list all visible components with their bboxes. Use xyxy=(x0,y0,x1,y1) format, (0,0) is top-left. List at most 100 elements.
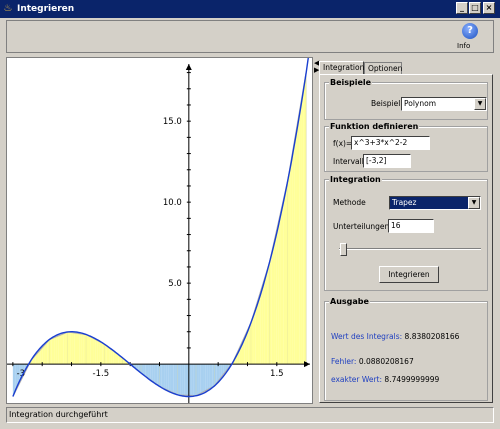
trapezoid-fill xyxy=(276,221,279,365)
chevron-down-icon[interactable]: ▼ xyxy=(468,197,480,209)
info-button[interactable]: ? Info xyxy=(457,23,483,51)
info-button-label: Info xyxy=(457,42,471,50)
chevron-down-icon[interactable]: ▼ xyxy=(474,98,486,110)
trapezoid-fill xyxy=(198,364,201,395)
trapezoid-fill xyxy=(260,284,263,365)
x-tick-label: 1.5 xyxy=(270,369,284,379)
beispiele-group: Beispiele Beispiel Polynom ▼ xyxy=(324,78,488,120)
trapezoid-fill xyxy=(267,262,270,365)
trapezoid-fill xyxy=(164,364,167,390)
integral-value: 8.8380208166 xyxy=(404,332,460,341)
trapezoid-fill xyxy=(104,344,107,365)
integrieren-button[interactable]: Integrieren xyxy=(379,266,439,283)
integration-group: Integration Methode Trapez ▼ Unterteilun… xyxy=(324,175,488,291)
ausgabe-group: Ausgabe Wert des Integrals: 8.8380208166… xyxy=(324,297,488,401)
trapezoid-fill xyxy=(97,340,100,365)
trapezoid-fill xyxy=(175,364,178,395)
trapezoid-fill xyxy=(287,166,291,365)
close-button[interactable]: × xyxy=(483,2,495,14)
error-label: Fehler: xyxy=(331,357,357,366)
trapezoid-fill xyxy=(154,364,158,385)
trapezoid-fill xyxy=(262,277,265,365)
funktion-group: Funktion definieren f(x)= x^3+3*x^2-2 In… xyxy=(324,122,488,172)
trapezoid-fill xyxy=(102,343,105,365)
trapezoid-fill xyxy=(207,364,210,390)
unterteilungen-label: Unterteilungen xyxy=(333,222,390,231)
trapezoid-fill xyxy=(93,338,96,365)
trapezoid-fill xyxy=(269,252,272,365)
trapezoid-fill xyxy=(88,335,91,365)
trapezoid-fill xyxy=(81,333,84,365)
unterteilungen-input[interactable]: 16 xyxy=(388,219,434,233)
fx-label: f(x)= xyxy=(333,139,353,148)
ausgabe-legend: Ausgabe xyxy=(329,297,370,306)
y-tick-label: 5.0 xyxy=(168,279,182,289)
exact-value-label: exakter Wert: xyxy=(331,375,383,384)
trapezoid-fill xyxy=(148,364,151,380)
trapezoid-fill xyxy=(301,86,304,365)
control-panel: Integration Optionen Beispiele Beispiel … xyxy=(319,61,493,403)
trapezoid-fill xyxy=(49,338,52,365)
trapezoid-fill xyxy=(72,332,75,365)
exact-value-row: exakter Wert: 8.7499999999 xyxy=(331,375,439,385)
unterteilungen-slider-track[interactable] xyxy=(339,248,481,250)
trapezoid-fill xyxy=(180,364,183,396)
intervall-label: Intervall xyxy=(333,157,364,166)
trapezoid-fill xyxy=(168,364,171,392)
trapezoid-fill xyxy=(51,337,55,365)
trapezoid-fill xyxy=(193,364,197,396)
interval-input[interactable]: [-3,2] xyxy=(363,154,411,168)
trapezoid-fill xyxy=(79,333,82,365)
trapezoid-fill xyxy=(303,72,307,365)
title-bar: ♨ Integrieren _ □ × xyxy=(0,0,500,18)
trapezoid-fill xyxy=(60,333,64,365)
x-tick-label: -1.5 xyxy=(93,369,110,379)
methode-select[interactable]: Trapez ▼ xyxy=(389,196,481,210)
funktion-legend: Funktion definieren xyxy=(329,122,420,131)
tab-bar: Integration Optionen xyxy=(319,61,493,74)
maximize-button[interactable]: □ xyxy=(469,2,481,14)
trapezoid-fill xyxy=(86,334,89,365)
trapezoid-fill xyxy=(200,364,204,394)
y-tick-label: 10.0 xyxy=(163,198,182,208)
trapezoid-fill xyxy=(159,364,162,388)
beispiele-legend: Beispiele xyxy=(329,78,373,87)
trapezoid-fill xyxy=(170,364,174,393)
plot-panel[interactable]: -3 -1.5 1.5 5.0 10.0 15.0 xyxy=(6,57,313,404)
trapezoid-fill xyxy=(177,364,181,396)
beispiel-label: Beispiel xyxy=(371,99,401,108)
window-title: Integrieren xyxy=(17,4,75,14)
trapezoid-fill xyxy=(99,341,103,365)
tab-integration[interactable]: Integration xyxy=(319,61,364,74)
unterteilungen-slider-thumb[interactable] xyxy=(340,243,347,256)
trapezoid-fill xyxy=(47,339,50,365)
methode-label: Methode xyxy=(333,198,366,207)
minimize-button[interactable]: _ xyxy=(456,2,468,14)
trapezoid-fill xyxy=(203,364,206,393)
trapezoid-fill xyxy=(271,241,275,365)
trapezoid-fill xyxy=(152,364,155,384)
trapezoid-fill xyxy=(209,364,213,389)
trapezoid-fill xyxy=(280,200,284,365)
trapezoid-fill xyxy=(90,336,94,365)
trapezoid-fill xyxy=(264,270,268,365)
beispiel-select[interactable]: Polynom ▼ xyxy=(401,97,487,111)
toolbar: ? Info xyxy=(6,20,494,53)
trapezoid-fill xyxy=(65,331,68,365)
integration-legend: Integration xyxy=(329,175,382,184)
error-value: 0.0880208167 xyxy=(358,357,414,366)
integral-value-row: Wert des Integrals: 8.8380208166 xyxy=(331,332,459,342)
trapezoid-fill xyxy=(74,332,78,365)
y-tick-label: 15.0 xyxy=(163,117,182,127)
trapezoid-fill xyxy=(290,153,293,365)
trapezoid-fill xyxy=(189,364,192,396)
trapezoid-fill xyxy=(278,211,281,365)
tab-optionen[interactable]: Optionen xyxy=(364,62,402,74)
function-plot: -3 -1.5 1.55.010.015.0 xyxy=(7,58,310,403)
trapezoid-fill xyxy=(95,339,98,365)
trapezoid-fill xyxy=(285,180,288,365)
trapezoid-fill xyxy=(58,334,61,365)
trapezoid-fill xyxy=(54,336,57,365)
help-icon: ? xyxy=(462,23,478,39)
function-input[interactable]: x^3+3*x^2-2 xyxy=(351,136,430,150)
